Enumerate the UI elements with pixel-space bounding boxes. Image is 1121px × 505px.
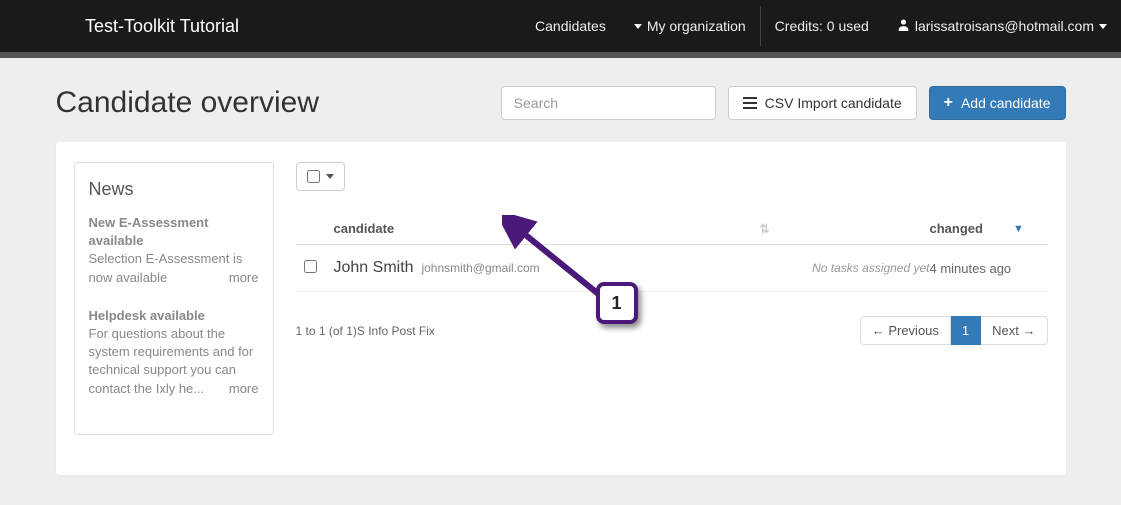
news-item: Helpdesk available For questions about t… bbox=[89, 307, 259, 398]
user-icon bbox=[897, 18, 910, 34]
topbar: Test-Toolkit Tutorial Candidates My orga… bbox=[0, 0, 1121, 52]
topnav: Candidates My organization Credits: 0 us… bbox=[521, 0, 1121, 52]
col-candidate[interactable]: candidate bbox=[334, 221, 760, 236]
news-item: New E-Assessment available Selection E-A… bbox=[89, 214, 259, 287]
plus-icon: + bbox=[944, 95, 953, 111]
nav-user-label: larissatroisans@hotmail.com bbox=[915, 18, 1094, 34]
caret-down-icon bbox=[1099, 24, 1107, 29]
sort-down-icon[interactable]: ▼ bbox=[1013, 223, 1024, 235]
main-column: candidate ⇅ changed ▼ John Smith johnsmi… bbox=[296, 162, 1048, 435]
table-footer: 1 to 1 (of 1)S Info Post Fix ← Previous … bbox=[296, 316, 1048, 345]
search-input[interactable] bbox=[501, 86, 716, 120]
add-candidate-label: Add candidate bbox=[961, 95, 1051, 111]
add-candidate-button[interactable]: + Add candidate bbox=[929, 86, 1066, 120]
page-next[interactable]: Next → bbox=[981, 316, 1047, 345]
brand: Test-Toolkit Tutorial bbox=[85, 16, 239, 37]
news-more-link[interactable]: more bbox=[229, 269, 259, 287]
csv-import-button[interactable]: CSV Import candidate bbox=[728, 86, 917, 120]
page-title: Candidate overview bbox=[56, 86, 319, 120]
page-header: Candidate overview CSV Import candidate … bbox=[56, 86, 1066, 120]
candidate-name[interactable]: John Smith bbox=[334, 259, 414, 276]
list-icon bbox=[743, 97, 757, 109]
sort-icon[interactable]: ⇅ bbox=[760, 222, 770, 236]
page-prev[interactable]: ← Previous bbox=[860, 316, 951, 345]
table-header: candidate ⇅ changed ▼ bbox=[296, 191, 1048, 245]
news-item-body: Selection E-Assessment is now available bbox=[89, 251, 243, 284]
news-more-link[interactable]: more bbox=[229, 380, 259, 398]
row-checkbox[interactable] bbox=[304, 260, 317, 273]
table-row[interactable]: John Smith johnsmith@gmail.com No tasks … bbox=[296, 245, 1048, 292]
news-item-title: New E-Assessment available bbox=[89, 214, 259, 250]
bulk-checkbox[interactable] bbox=[307, 170, 320, 183]
caret-down-icon bbox=[326, 174, 334, 179]
candidate-email[interactable]: johnsmith@gmail.com bbox=[421, 261, 539, 275]
nav-my-organization-label: My organization bbox=[647, 18, 746, 34]
col-changed[interactable]: changed bbox=[930, 221, 983, 236]
nav-credits[interactable]: Credits: 0 used bbox=[761, 0, 883, 52]
pagination: ← Previous 1 Next → bbox=[860, 316, 1048, 345]
news-item-title: Helpdesk available bbox=[89, 307, 259, 325]
candidate-status: No tasks assigned yet bbox=[760, 261, 930, 275]
csv-import-label: CSV Import candidate bbox=[765, 95, 902, 111]
range-info: 1 to 1 (of 1)S Info Post Fix bbox=[296, 324, 435, 338]
bulk-select-button[interactable] bbox=[296, 162, 345, 191]
caret-down-icon bbox=[634, 24, 642, 29]
nav-user[interactable]: larissatroisans@hotmail.com bbox=[883, 0, 1121, 52]
nav-my-organization[interactable]: My organization bbox=[620, 0, 760, 52]
candidate-changed: 4 minutes ago bbox=[930, 261, 1040, 276]
main-panel: News New E-Assessment available Selectio… bbox=[56, 142, 1066, 475]
page-number[interactable]: 1 bbox=[951, 316, 981, 345]
nav-candidates[interactable]: Candidates bbox=[521, 0, 620, 52]
news-heading: News bbox=[89, 179, 259, 200]
news-box: News New E-Assessment available Selectio… bbox=[74, 162, 274, 435]
